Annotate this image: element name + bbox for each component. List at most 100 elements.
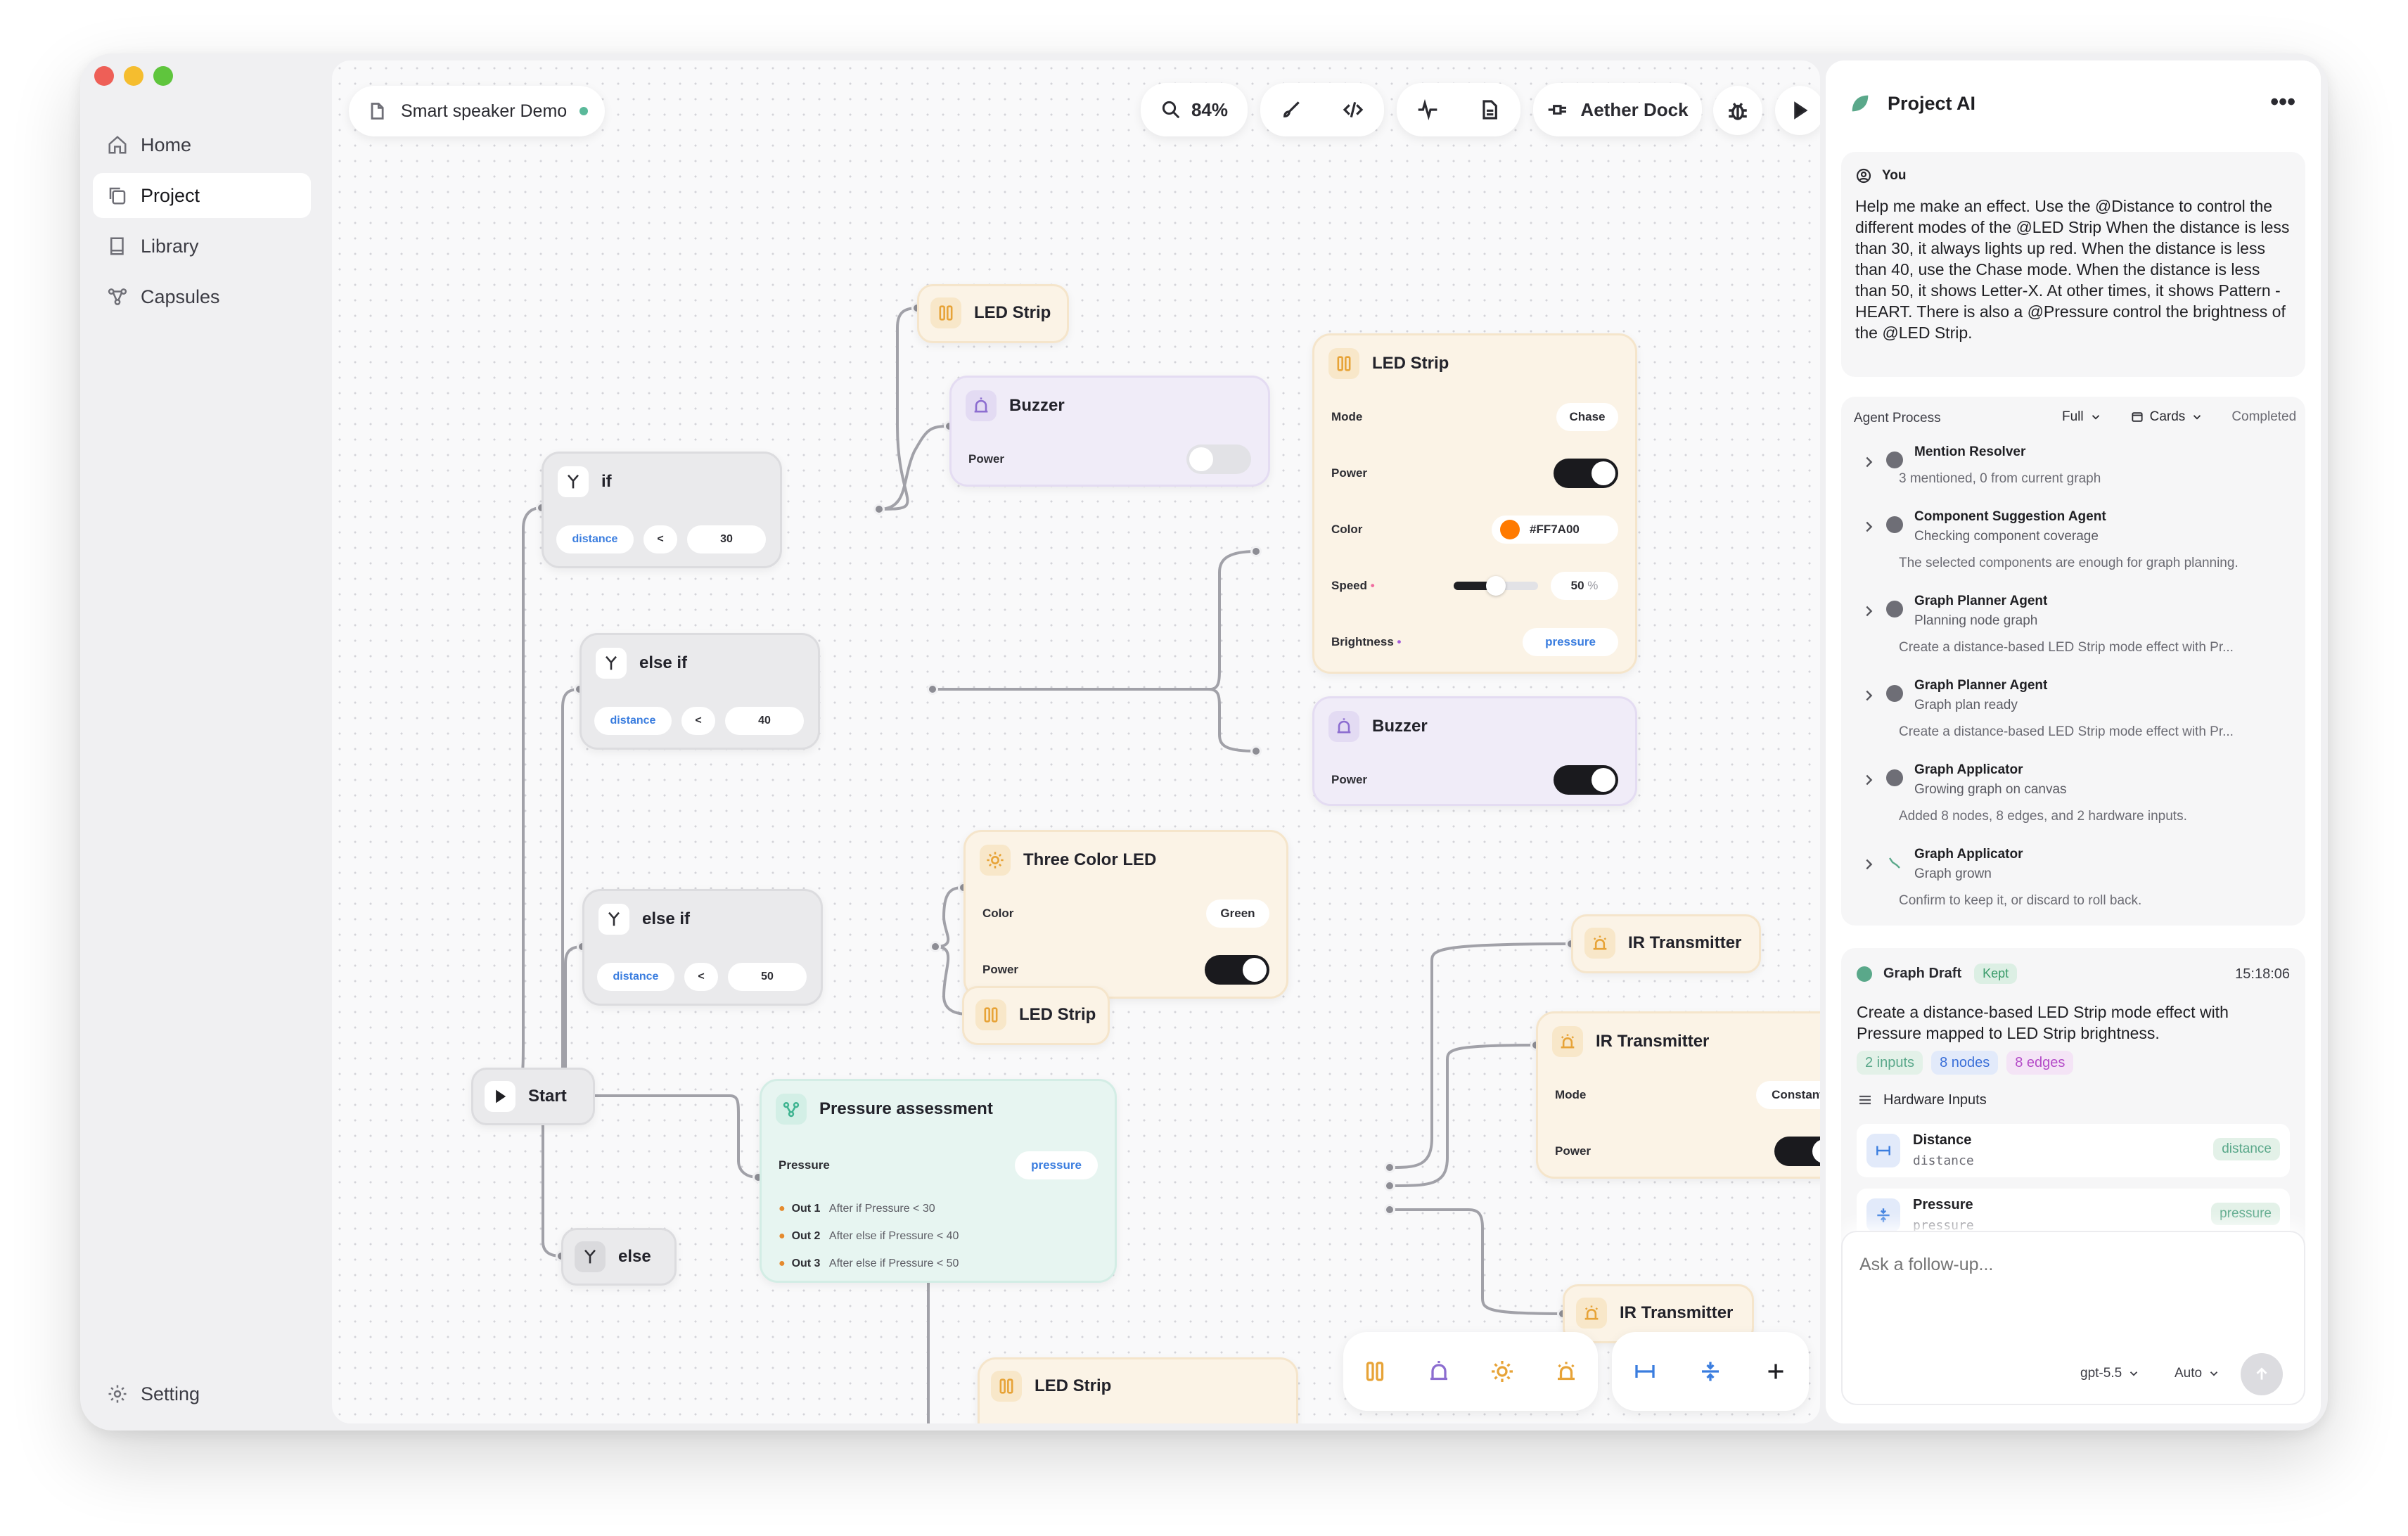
field-label: Power	[1555, 1144, 1592, 1158]
power-toggle[interactable]	[1554, 459, 1618, 488]
port-dot[interactable]	[1384, 1180, 1395, 1191]
ir-transmitter-node[interactable]: IR Transmitter Mode Constant Power	[1536, 1011, 1820, 1179]
condition-value[interactable]: 40	[725, 707, 804, 735]
pressure-icon[interactable]	[1698, 1359, 1723, 1384]
port-dot[interactable]	[873, 504, 885, 515]
else-node[interactable]: else	[561, 1228, 677, 1286]
model-selector[interactable]: gpt-5.5	[2080, 1366, 2140, 1381]
process-step[interactable]: Component Suggestion Agent Checking comp…	[1855, 509, 2291, 587]
port-dot[interactable]	[930, 941, 941, 952]
view-full-dropdown[interactable]: Full	[2062, 409, 2102, 425]
more-options-icon[interactable]: •••	[2270, 89, 2295, 116]
start-node[interactable]: Start	[471, 1068, 595, 1125]
message-author: You	[1855, 167, 1906, 184]
speed-slider[interactable]	[1454, 576, 1538, 596]
speed-input[interactable]: 50 %	[1551, 572, 1618, 600]
brush-icon[interactable]	[1280, 98, 1302, 121]
buzzer-node[interactable]: Buzzer Power	[1312, 696, 1637, 806]
wire	[508, 688, 580, 1097]
condition-variable[interactable]: distance	[594, 707, 672, 735]
speed-value: 50	[1570, 579, 1584, 592]
power-toggle[interactable]	[1186, 444, 1251, 474]
condition-operator[interactable]: <	[684, 963, 718, 991]
mode-label: Auto	[2175, 1366, 2203, 1381]
zoom-control[interactable]: 84%	[1141, 83, 1248, 136]
condition-operator[interactable]: <	[643, 525, 677, 553]
debug-button[interactable]	[1713, 86, 1762, 135]
minimize-window-button[interactable]	[124, 66, 143, 86]
condition-operator[interactable]: <	[681, 707, 715, 735]
alarm-icon[interactable]	[1426, 1359, 1452, 1384]
sidebar-item-project[interactable]: Project	[93, 173, 311, 218]
mode-selector[interactable]: Auto	[2175, 1366, 2220, 1381]
condition-variable[interactable]: distance	[556, 525, 634, 553]
ir-transmitter-node[interactable]: IR Transmitter	[1571, 914, 1761, 973]
buzzer-node[interactable]: Buzzer Power	[949, 376, 1270, 487]
color-select[interactable]: Green	[1206, 900, 1269, 928]
led-strip-icon[interactable]	[1362, 1359, 1388, 1384]
port-dot[interactable]	[1250, 745, 1262, 757]
sidebar-item-setting[interactable]: Setting	[93, 1371, 311, 1416]
pulse-icon[interactable]	[1416, 98, 1439, 121]
view-cards-dropdown[interactable]: Cards	[2130, 409, 2204, 425]
step-desc: The selected components are enough for g…	[1899, 556, 2239, 570]
process-step[interactable]: Graph Applicator Graph grown Confirm to …	[1855, 847, 2291, 924]
wire	[933, 550, 1257, 691]
led-strip-node[interactable]: LED Strip	[917, 284, 1069, 343]
speed-slider-thumb[interactable]	[1486, 576, 1506, 596]
port-dot[interactable]	[1384, 1204, 1395, 1215]
close-window-button[interactable]	[94, 66, 114, 86]
beacon-icon[interactable]	[1554, 1359, 1579, 1384]
mode-select[interactable]: Chase	[1556, 403, 1618, 431]
sun-icon[interactable]	[1490, 1359, 1515, 1384]
node-canvas[interactable]: Smart speaker Demo 84% Aether Dock Start…	[332, 60, 1820, 1423]
device-selector[interactable]: Aether Dock	[1533, 83, 1702, 136]
sidebar-item-library[interactable]: Library	[93, 224, 311, 269]
send-button[interactable]	[2241, 1353, 2283, 1395]
pressure-assessment-node[interactable]: Pressure assessment Pressure pressure ● …	[760, 1079, 1117, 1283]
led-strip-icon	[991, 1371, 1022, 1402]
draft-title: Graph Draft	[1883, 966, 1962, 981]
condition-variable[interactable]: distance	[597, 963, 674, 991]
file-icon[interactable]	[1478, 98, 1501, 121]
power-toggle[interactable]	[1205, 955, 1269, 985]
three-color-led-node[interactable]: Three Color LED Color Green Power	[963, 830, 1288, 999]
color-picker[interactable]: #FF7A00	[1492, 516, 1618, 544]
port-dot[interactable]	[1250, 546, 1262, 557]
field-label: Mode	[1331, 410, 1363, 423]
follow-up-input[interactable]	[1859, 1250, 2281, 1279]
sidebar-item-home[interactable]: Home	[93, 122, 311, 167]
led-strip-node[interactable]: LED Strip	[962, 986, 1110, 1045]
alarm-icon	[966, 390, 997, 421]
process-step[interactable]: Graph Planner Agent Graph plan ready Cre…	[1855, 678, 2291, 755]
condition-value[interactable]: 30	[687, 525, 766, 553]
port-dot[interactable]	[1384, 1162, 1395, 1173]
pressure-binding[interactable]: pressure	[1015, 1151, 1098, 1179]
mode-select[interactable]: Constant	[1756, 1081, 1820, 1109]
project-title-pill[interactable]: Smart speaker Demo	[349, 86, 605, 136]
else-if-node[interactable]: else if distance < 40	[579, 633, 820, 750]
node-title: LED Strip	[1035, 1376, 1112, 1395]
process-step[interactable]: Graph Planner Agent Planning node graph …	[1855, 594, 2291, 671]
code-icon[interactable]	[1342, 98, 1364, 121]
plus-icon[interactable]	[1763, 1359, 1788, 1384]
condition-value[interactable]: 50	[728, 963, 807, 991]
chevron-right-icon	[1866, 859, 1873, 870]
power-toggle[interactable]	[1554, 765, 1618, 795]
bullet-icon: ●	[779, 1203, 786, 1215]
zoom-window-button[interactable]	[153, 66, 173, 86]
view-cards-label: Cards	[2149, 409, 2186, 424]
else-if-node[interactable]: else if distance < 50	[582, 889, 823, 1006]
brightness-binding[interactable]: pressure	[1523, 628, 1618, 656]
port-dot[interactable]	[927, 684, 938, 695]
led-strip-node[interactable]: LED Strip Mode Chase Power Color #FF7A00…	[1312, 333, 1637, 674]
process-step[interactable]: Graph Applicator Growing graph on canvas…	[1855, 762, 2291, 840]
hardware-input-row[interactable]: Distance distance distance	[1857, 1124, 2290, 1177]
draft-badges: 2 inputs 8 nodes 8 edges	[1857, 1051, 2082, 1075]
if-node[interactable]: if distance < 30	[542, 452, 782, 568]
led-strip-node[interactable]: LED Strip	[978, 1357, 1298, 1423]
sidebar-item-capsules[interactable]: Capsules	[93, 274, 311, 319]
distance-icon[interactable]	[1632, 1359, 1658, 1384]
power-toggle[interactable]	[1774, 1137, 1820, 1166]
run-button[interactable]	[1775, 86, 1820, 135]
